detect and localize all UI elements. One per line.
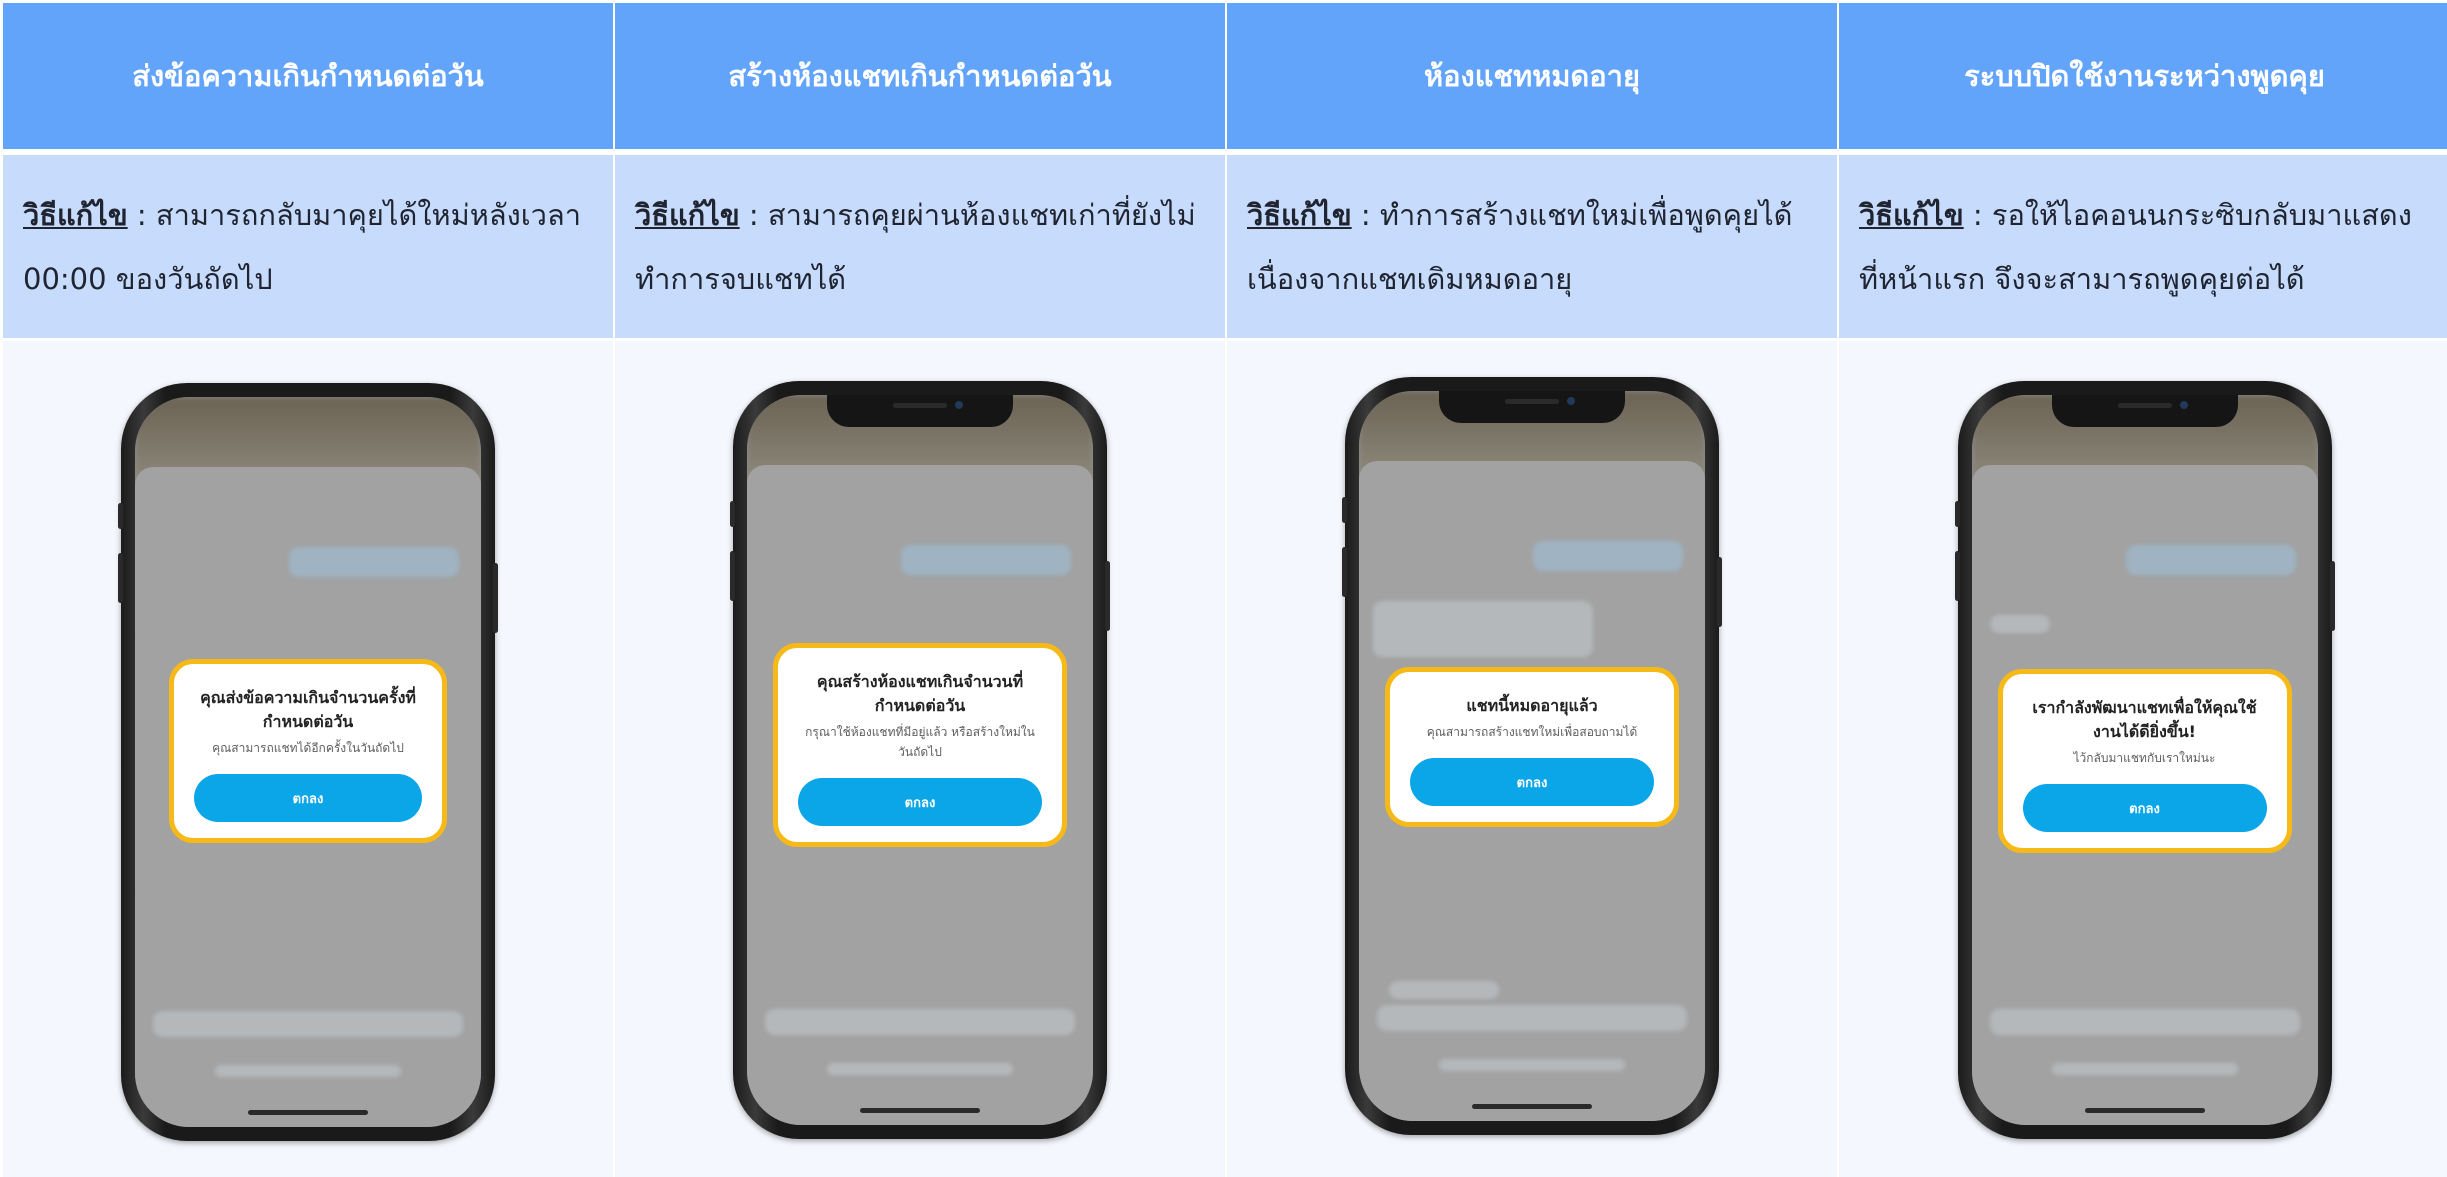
ok-button[interactable]: ตกลง (194, 774, 422, 822)
speaker-grille (2117, 403, 2172, 408)
ok-button[interactable]: ตกลง (2022, 784, 2267, 832)
phone-side-button (1954, 551, 1960, 601)
phone-side-button (730, 551, 735, 601)
dialog-message: คุณสามารถแชทได้อีกครั้งในวันถัดไป (212, 741, 404, 755)
limit-dialog: คุณส่งข้อความเกินจำนวนครั้งที่กำหนดต่อวั… (169, 659, 447, 843)
phone-mockup: คุณส่งข้อความเกินจำนวนครั้งที่กำหนดต่อวั… (118, 383, 498, 1141)
phone-side-button (118, 503, 123, 529)
screenshot-cell: คุณสร้างห้องแชทเกินจำนวนที่กำหนดต่อวัน ก… (615, 341, 1225, 1177)
column-header: ส่งข้อความเกินกำหนดต่อวัน (3, 3, 613, 149)
column-header: ระบบปิดใช้งานระหว่างพูดคุย (1839, 3, 2447, 149)
dialog-title: คุณส่งข้อความเกินจำนวนครั้งที่กำหนดต่อวั… (200, 688, 416, 731)
phone-notch (827, 395, 1013, 427)
phone-side-button (1342, 547, 1347, 597)
phone-mockup: เรากำลังพัฒนาแชทเพื่อให้คุณใช้งานได้ดียิ… (1954, 381, 2335, 1139)
home-indicator (1472, 1104, 1592, 1109)
blurred-footer-text (215, 1065, 401, 1077)
blurred-message-card (1373, 601, 1593, 657)
phone-notch (2051, 395, 2238, 427)
phone-notch (1439, 391, 1625, 423)
blurred-input-bar (153, 1011, 463, 1037)
column-system-disabled: ระบบปิดใช้งานระหว่างพูดคุย วิธีแก้ไข : ร… (1839, 0, 2447, 1177)
phone-side-button (1717, 557, 1722, 627)
expired-dialog: แชทนี้หมดอายุแล้ว คุณสามารถสร้างแชทใหม่เ… (1385, 667, 1679, 827)
column-header: ห้องแชทหมดอายุ (1227, 3, 1837, 149)
blurred-chat-bubble (901, 545, 1071, 575)
solution-label: วิธีแก้ไข (1247, 197, 1352, 232)
dialog-message: กรุณาใช้ห้องแชทที่มีอยู่แล้ว หรือสร้างให… (805, 725, 1035, 759)
column-daily-message-limit: ส่งข้อความเกินกำหนดต่อวัน วิธีแก้ไข : สา… (3, 0, 613, 1177)
dialog-message: คุณสามารถสร้างแชทใหม่เพื่อสอบถามได้ (1426, 725, 1638, 739)
phone-mockup: คุณสร้างห้องแชทเกินจำนวนที่กำหนดต่อวัน ก… (730, 381, 1110, 1139)
blurred-footer-text (1439, 1059, 1625, 1071)
blurred-chat-bubble (1533, 541, 1683, 571)
front-camera (2179, 401, 2188, 409)
solution-label: วิธีแก้ไข (1859, 197, 1964, 232)
solution-paragraph: วิธีแก้ไข : ทำการสร้างแชทใหม่เพื่อพูดคุย… (1247, 183, 1817, 311)
blurred-footer-text (827, 1063, 1013, 1075)
speaker-grille (893, 403, 947, 408)
column-daily-room-limit: สร้างห้องแชทเกินกำหนดต่อวัน วิธีแก้ไข : … (615, 0, 1225, 1177)
phone-side-button (1105, 561, 1110, 631)
blurred-reaction-row (1389, 981, 1499, 999)
screenshot-cell: เรากำลังพัฒนาแชทเพื่อให้คุณใช้งานได้ดียิ… (1839, 341, 2447, 1177)
screenshot-cell: แชทนี้หมดอายุแล้ว คุณสามารถสร้างแชทใหม่เ… (1227, 341, 1837, 1177)
column-header: สร้างห้องแชทเกินกำหนดต่อวัน (615, 3, 1225, 149)
solution-paragraph: วิธีแก้ไข : รอให้ไอคอนนกระซิบกลับมาแสดงท… (1859, 183, 2430, 311)
home-indicator (860, 1108, 980, 1113)
ok-button[interactable]: ตกลง (1410, 758, 1654, 806)
phone-side-button (2329, 561, 2335, 631)
home-indicator (2084, 1108, 2205, 1113)
blurred-footer-text (2051, 1063, 2238, 1075)
front-camera (955, 401, 963, 409)
blurred-message-card (1989, 615, 2050, 633)
solution-cell: วิธีแก้ไข : รอให้ไอคอนนกระซิบกลับมาแสดงท… (1839, 155, 2447, 338)
phone-side-button (730, 501, 735, 527)
ok-button[interactable]: ตกลง (798, 778, 1042, 826)
blurred-input-bar (1377, 1005, 1687, 1031)
solution-cell: วิธีแก้ไข : สามารถคุยผ่านห้องแชทเก่าที่ย… (615, 155, 1225, 338)
solution-label: วิธีแก้ไข (635, 197, 740, 232)
disabled-dialog: เรากำลังพัฒนาแชทเพื่อให้คุณใช้งานได้ดียิ… (1997, 669, 2292, 853)
solution-paragraph: วิธีแก้ไข : สามารถคุยผ่านห้องแชทเก่าที่ย… (635, 183, 1205, 311)
phone-side-button (1342, 497, 1347, 523)
blurred-chat-bubble (289, 547, 459, 577)
home-indicator (248, 1110, 368, 1115)
solution-paragraph: วิธีแก้ไข : สามารถกลับมาคุยได้ใหม่หลังเว… (23, 183, 593, 311)
blurred-chat-bubble (2125, 545, 2296, 575)
column-chat-expired: ห้องแชทหมดอายุ วิธีแก้ไข : ทำการสร้างแชท… (1227, 0, 1837, 1177)
phone-side-button (1954, 501, 1960, 527)
dialog-title: เรากำลังพัฒนาแชทเพื่อให้คุณใช้งานได้ดียิ… (2032, 698, 2257, 741)
blurred-input-bar (765, 1009, 1075, 1035)
solution-label: วิธีแก้ไข (23, 197, 128, 232)
front-camera (1567, 397, 1575, 405)
solution-cell: วิธีแก้ไข : ทำการสร้างแชทใหม่เพื่อพูดคุย… (1227, 155, 1837, 338)
speaker-grille (1505, 399, 1559, 404)
dialog-message: ไว้กลับมาแชทกับเราใหม่นะ (2073, 751, 2216, 765)
phone-side-button (493, 563, 498, 633)
solution-cell: วิธีแก้ไข : สามารถกลับมาคุยได้ใหม่หลังเว… (3, 155, 613, 338)
blurred-input-bar (1989, 1009, 2300, 1035)
error-guide-table: ส่งข้อความเกินกำหนดต่อวัน วิธีแก้ไข : สา… (0, 0, 2447, 1177)
phone-side-button (118, 553, 123, 603)
limit-dialog: คุณสร้างห้องแชทเกินจำนวนที่กำหนดต่อวัน ก… (773, 643, 1067, 847)
dialog-title: คุณสร้างห้องแชทเกินจำนวนที่กำหนดต่อวัน (816, 672, 1024, 715)
screenshot-cell: คุณส่งข้อความเกินจำนวนครั้งที่กำหนดต่อวั… (3, 341, 613, 1177)
dialog-title: แชทนี้หมดอายุแล้ว (1466, 696, 1598, 715)
phone-mockup: แชทนี้หมดอายุแล้ว คุณสามารถสร้างแชทใหม่เ… (1342, 377, 1722, 1135)
